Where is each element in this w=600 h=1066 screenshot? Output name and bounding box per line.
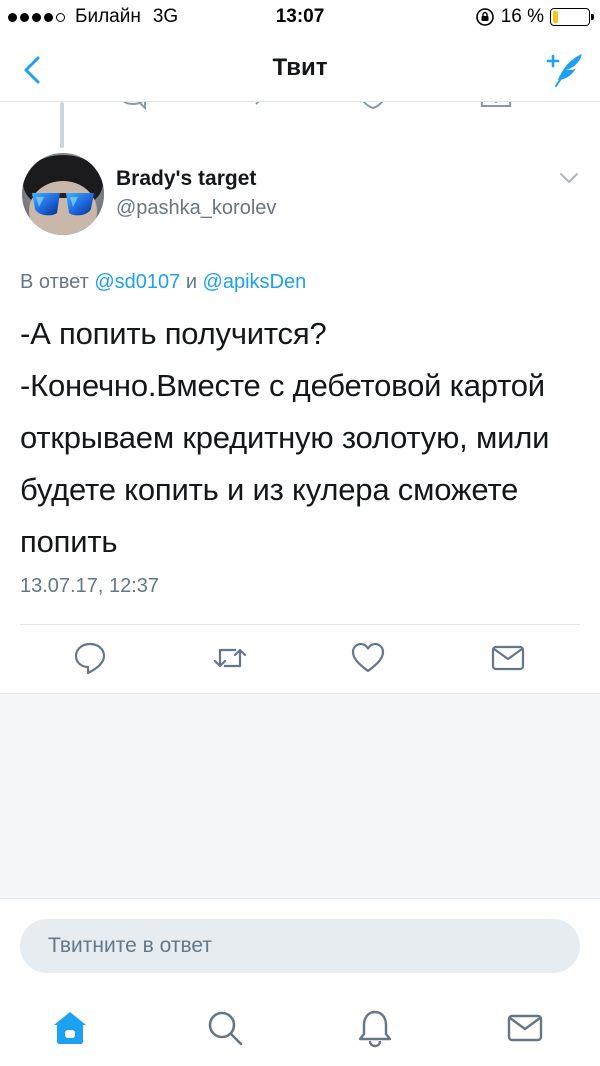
rotation-lock-icon bbox=[475, 8, 494, 26]
retweet-icon[interactable] bbox=[212, 640, 248, 676]
avatar[interactable] bbox=[22, 153, 104, 235]
reply-bar: Твитните в ответ bbox=[0, 898, 600, 990]
empty-replies-area bbox=[0, 693, 600, 898]
thread-connector-line bbox=[60, 102, 64, 148]
reply-icon[interactable] bbox=[72, 640, 108, 676]
reply-input[interactable]: Твитните в ответ bbox=[20, 919, 580, 973]
chevron-down-icon[interactable] bbox=[558, 170, 580, 186]
retweet-icon[interactable] bbox=[238, 102, 274, 122]
battery-percentage: 16 % bbox=[500, 6, 544, 27]
reply-prefix: В ответ bbox=[20, 271, 89, 293]
messages-icon[interactable] bbox=[505, 1008, 545, 1048]
search-icon[interactable] bbox=[205, 1008, 245, 1048]
like-icon[interactable] bbox=[350, 640, 386, 676]
direct-message-icon[interactable] bbox=[478, 102, 514, 122]
battery-icon bbox=[550, 8, 594, 26]
author-handle[interactable]: @pashka_korolev bbox=[116, 197, 276, 220]
reply-context: В ответ @sd0107 и @apiksDen bbox=[20, 271, 306, 294]
like-icon[interactable] bbox=[355, 102, 391, 122]
profile-photo bbox=[22, 153, 104, 235]
navigation-bar: Твит bbox=[0, 36, 600, 102]
status-bar-right: 16 % bbox=[475, 6, 594, 28]
reply-icon[interactable] bbox=[115, 102, 151, 122]
tab-bar bbox=[0, 990, 600, 1066]
tweet-actions bbox=[0, 640, 600, 682]
home-icon[interactable] bbox=[50, 1008, 90, 1048]
mention-link[interactable]: @apiksDen bbox=[203, 271, 307, 293]
status-bar: Билайн 3G 13:07 16 % bbox=[0, 0, 600, 36]
reply-joiner: и bbox=[185, 271, 197, 293]
tweet-timestamp: 13.07.17, 12:37 bbox=[20, 575, 160, 597]
mention-link[interactable]: @sd0107 bbox=[94, 271, 180, 293]
previous-tweet-actions bbox=[0, 102, 600, 124]
divider bbox=[20, 624, 580, 625]
tweet-text: -А попить получится? -Конечно.Вместе с д… bbox=[20, 316, 550, 559]
author-name[interactable]: Brady's target bbox=[116, 167, 256, 191]
compose-tweet-icon[interactable] bbox=[542, 48, 586, 92]
direct-message-icon[interactable] bbox=[490, 640, 526, 676]
battery-level bbox=[553, 11, 559, 23]
page-title: Твит bbox=[272, 54, 328, 81]
notifications-icon[interactable] bbox=[355, 1008, 395, 1048]
